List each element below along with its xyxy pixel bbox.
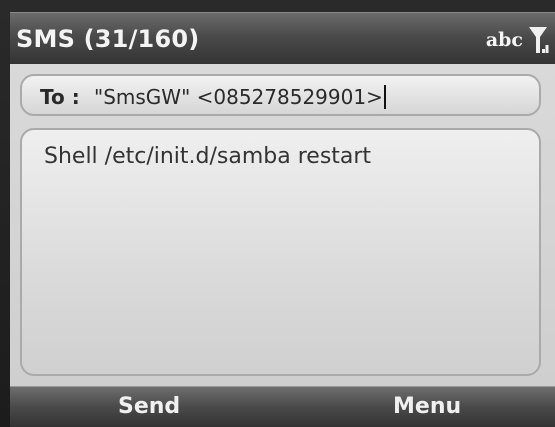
message-body-text[interactable]: Shell /etc/init.d/samba restart <box>44 144 371 169</box>
message-body-field[interactable]: Shell /etc/init.d/samba restart <box>20 128 541 376</box>
signal-antenna-icon <box>527 23 549 59</box>
input-mode-indicator[interactable]: abc <box>486 29 523 51</box>
menu-button[interactable]: Menu <box>393 394 461 419</box>
softkey-bar: Send Menu <box>10 386 555 427</box>
compose-area: To : "SmsGW" <085278529901> Shell /etc/i… <box>10 64 555 386</box>
recipient-field[interactable]: To : "SmsGW" <085278529901> <box>20 74 541 116</box>
send-button[interactable]: Send <box>118 394 180 419</box>
recipient-value[interactable]: "SmsGW" <085278529901> <box>94 85 383 109</box>
recipient-value-wrap[interactable]: "SmsGW" <085278529901> <box>94 84 386 109</box>
phone-screen: SMS (31/160) abc To : "SmsGW" <085278529… <box>0 0 555 427</box>
recipient-label: To : <box>40 85 80 109</box>
window-title: SMS (31/160) <box>16 25 200 53</box>
title-bar: SMS (31/160) abc <box>10 12 555 65</box>
text-caret <box>383 84 386 109</box>
